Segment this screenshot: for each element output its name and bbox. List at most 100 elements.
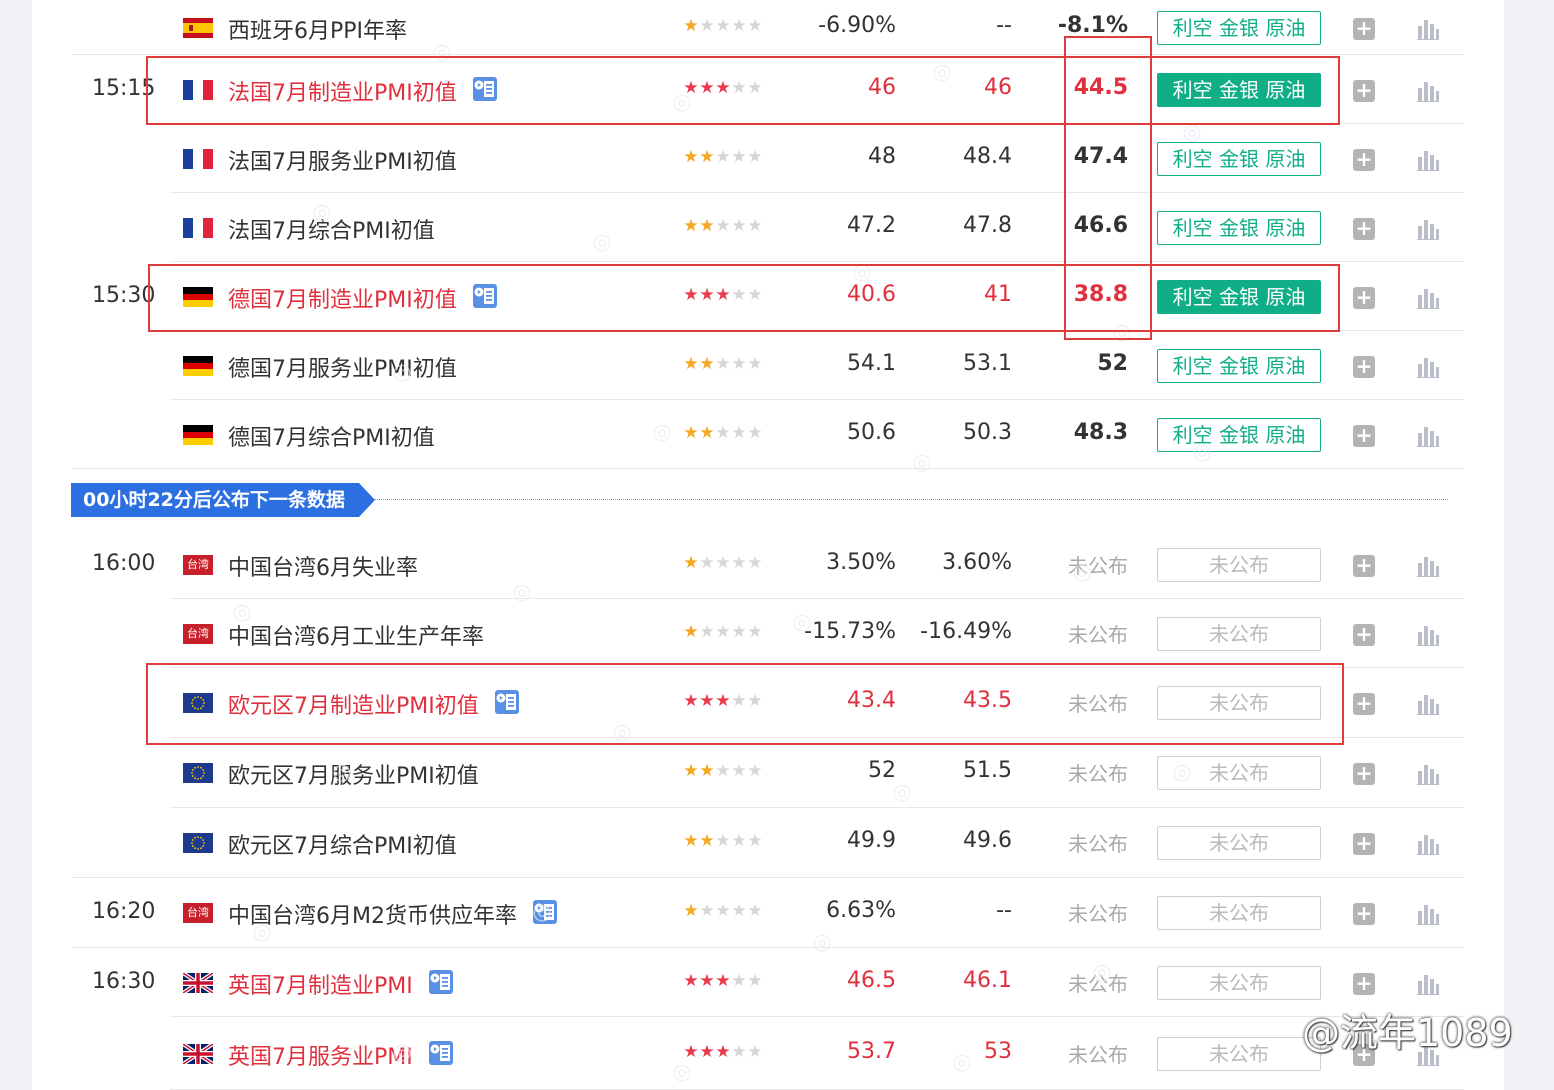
star-icon: ★	[699, 146, 715, 167]
add-button[interactable]: +	[1353, 286, 1375, 309]
chart-icon[interactable]	[1417, 149, 1439, 171]
impact-tag: 利空 金银 原油	[1157, 279, 1321, 314]
event-name[interactable]: 德国7月制造业PMI初值	[228, 282, 457, 314]
add-button[interactable]: +	[1353, 217, 1375, 240]
event-name[interactable]: 欧元区7月制造业PMI初值	[228, 688, 479, 720]
video-news-icon[interactable]	[471, 76, 499, 102]
event-name[interactable]: 英国7月制造业PMI	[228, 968, 413, 1000]
star-icon: ★	[699, 552, 715, 573]
star-icon: ★	[731, 1041, 747, 1062]
event-name[interactable]: 中国台湾6月工业生产年率	[228, 619, 484, 651]
taiwan-flag-icon: 台湾	[183, 554, 213, 575]
calendar-row[interactable]: 16:00 台湾 中国台湾6月失业率 ★★★★★ 3.50% 3.60% 未公布 未公布 +	[32, 530, 1504, 599]
chart-icon[interactable]	[1417, 425, 1439, 447]
star-icon: ★	[715, 422, 731, 443]
event-name[interactable]: 德国7月综合PMI初值	[228, 420, 435, 452]
add-button[interactable]: +	[1353, 17, 1375, 40]
chart-icon[interactable]	[1417, 833, 1439, 855]
chart-icon[interactable]	[1417, 693, 1439, 715]
star-icon: ★	[715, 77, 731, 98]
add-button[interactable]: +	[1353, 424, 1375, 447]
chart-icon[interactable]	[1417, 973, 1439, 995]
chart-icon[interactable]	[1417, 287, 1439, 309]
actual-value: 未公布	[1068, 902, 1128, 926]
importance-stars: ★★★★★	[683, 423, 763, 443]
star-icon: ★	[683, 77, 699, 98]
video-news-icon[interactable]	[427, 969, 455, 995]
calendar-row[interactable]: 15:30 德国7月制造业PMI初值 ★★★★★ 40.6 41 38.8 利空 金银 原油…	[32, 262, 1504, 331]
calendar-row[interactable]: 15:15 法国7月制造业PMI初值 ★★★★★ 46 46 44.5 利空 金银 原油 +	[32, 55, 1504, 124]
video-news-icon[interactable]	[471, 283, 499, 309]
previous-value: 50.6	[847, 419, 896, 445]
countdown-banner: 00小时22分后公布下一条数据	[71, 483, 375, 517]
calendar-row[interactable]: 西班牙6月PPI年率 ★★★★★ -6.90% -- -8.1% 利空 金银 原油 +	[32, 0, 1504, 55]
event-name[interactable]: 德国7月服务业PMI初值	[228, 351, 457, 383]
chart-icon[interactable]	[1417, 555, 1439, 577]
calendar-row[interactable]: 英国7月服务业PMI ★★★★★ 53.7 53 未公布 未公布 +	[32, 1017, 1504, 1090]
calendar-row[interactable]: 法国7月服务业PMI初值 ★★★★★ 48 48.4 47.4 利空 金银 原油 +	[32, 124, 1504, 193]
add-button[interactable]: +	[1353, 903, 1375, 925]
impact-tag: 未公布	[1157, 756, 1321, 790]
impact-tag: 利空 金银 原油	[1157, 348, 1321, 383]
star-icon: ★	[683, 146, 699, 167]
uk-flag-icon	[183, 972, 213, 993]
chart-icon[interactable]	[1417, 356, 1439, 378]
star-icon: ★	[699, 970, 715, 991]
star-icon: ★	[731, 353, 747, 374]
event-name[interactable]: 法国7月综合PMI初值	[228, 213, 435, 245]
add-button[interactable]: +	[1353, 972, 1375, 995]
star-icon: ★	[699, 1041, 715, 1062]
importance-stars: ★★★★★	[683, 285, 763, 305]
event-name[interactable]: 中国台湾6月失业率	[228, 550, 418, 582]
chart-icon[interactable]	[1417, 624, 1439, 646]
calendar-row[interactable]: 欧元区7月综合PMI初值 ★★★★★ 49.9 49.6 未公布 未公布 +	[32, 808, 1504, 878]
calendar-row[interactable]: 欧元区7月制造业PMI初值 ★★★★★ 43.4 43.5 未公布 未公布 +	[32, 668, 1504, 738]
event-name[interactable]: 法国7月制造业PMI初值	[228, 75, 457, 107]
video-news-icon[interactable]	[493, 689, 521, 715]
add-button[interactable]: +	[1353, 554, 1375, 577]
event-name[interactable]: 欧元区7月服务业PMI初值	[228, 758, 479, 790]
previous-value: 40.6	[847, 281, 896, 307]
video-news-icon[interactable]	[427, 1040, 455, 1066]
event-name[interactable]: 中国台湾6月M2货币供应年率	[228, 898, 517, 930]
forecast-value: 48.4	[963, 143, 1012, 169]
calendar-row[interactable]: 16:30 英国7月制造业PMI ★★★★★ 46.5 46.1 未公布 未公布 +	[32, 948, 1504, 1017]
star-icon: ★	[731, 970, 747, 991]
importance-stars: ★★★★★	[683, 354, 763, 374]
calendar-row[interactable]: 欧元区7月服务业PMI初值 ★★★★★ 52 51.5 未公布 未公布 +	[32, 738, 1504, 808]
release-time: 16:20	[92, 899, 156, 924]
calendar-row[interactable]: 台湾 中国台湾6月工业生产年率 ★★★★★ -15.73% -16.49% 未公布 未公布 +	[32, 599, 1504, 668]
chart-icon[interactable]	[1417, 903, 1439, 925]
importance-stars: ★★★★★	[683, 971, 763, 991]
calendar-row[interactable]: 德国7月综合PMI初值 ★★★★★ 50.6 50.3 48.3 利空 金银 原油 +	[32, 400, 1504, 469]
calendar-row[interactable]: 法国7月综合PMI初值 ★★★★★ 47.2 47.8 46.6 利空 金银 原油 +	[32, 193, 1504, 262]
star-icon: ★	[683, 970, 699, 991]
chart-icon[interactable]	[1417, 218, 1439, 240]
impact-tag: 未公布	[1157, 896, 1321, 930]
event-name[interactable]: 西班牙6月PPI年率	[228, 13, 407, 45]
star-icon: ★	[747, 1041, 763, 1062]
add-button[interactable]: +	[1353, 79, 1375, 102]
chart-icon[interactable]	[1417, 763, 1439, 785]
add-button[interactable]: +	[1353, 693, 1375, 715]
calendar-row[interactable]: 16:20 台湾 中国台湾6月M2货币供应年率 ★★★★★ 6.63% -- 未公布 未公布 +	[32, 878, 1504, 948]
star-icon: ★	[699, 15, 715, 36]
video-news-icon[interactable]	[531, 899, 559, 925]
calendar-row[interactable]: 德国7月服务业PMI初值 ★★★★★ 54.1 53.1 52 利空 金银 原油 +	[32, 331, 1504, 400]
germany-flag-icon	[183, 286, 213, 307]
release-time: 16:00	[92, 550, 156, 576]
event-name[interactable]: 法国7月服务业PMI初值	[228, 144, 457, 176]
star-icon: ★	[731, 77, 747, 98]
importance-stars: ★★★★★	[683, 147, 763, 167]
chart-icon[interactable]	[1417, 18, 1439, 40]
add-button[interactable]: +	[1353, 763, 1375, 785]
event-name[interactable]: 欧元区7月综合PMI初值	[228, 828, 457, 860]
add-button[interactable]: +	[1353, 833, 1375, 855]
add-button[interactable]: +	[1353, 623, 1375, 646]
add-button[interactable]: +	[1353, 148, 1375, 171]
event-name[interactable]: 英国7月服务业PMI	[228, 1039, 413, 1071]
chart-icon[interactable]	[1417, 80, 1439, 102]
add-button[interactable]: +	[1353, 355, 1375, 378]
calendar-panel: 西班牙6月PPI年率 ★★★★★ -6.90% -- -8.1% 利空 金银 原油 +15:…	[32, 0, 1504, 1090]
star-icon: ★	[715, 146, 731, 167]
